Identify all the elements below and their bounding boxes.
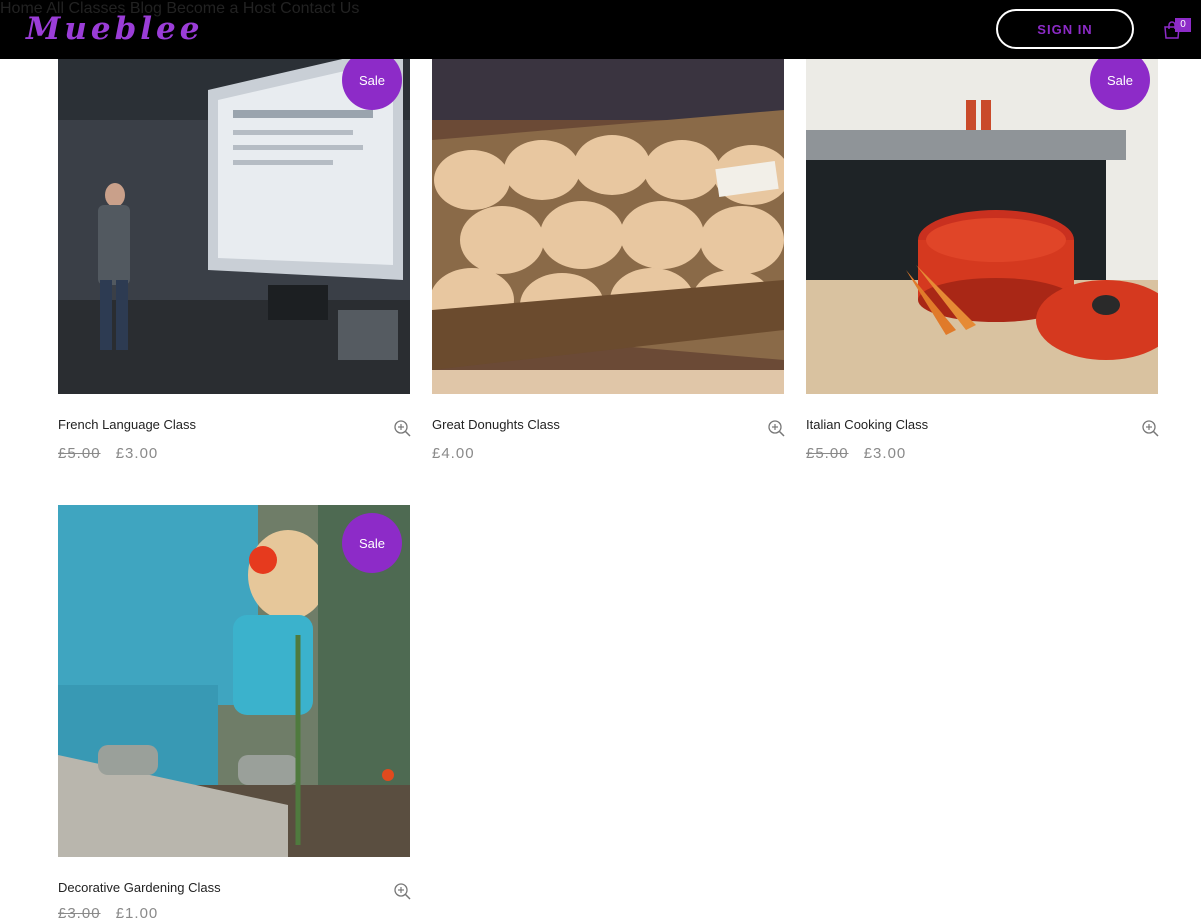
product-title[interactable]: French Language Class bbox=[58, 417, 196, 432]
product-title[interactable]: Great Donughts Class bbox=[432, 417, 560, 432]
original-price: £5.00 bbox=[58, 445, 101, 462]
regular-price: £4.00 bbox=[432, 445, 475, 462]
original-price: £3.00 bbox=[58, 905, 101, 919]
product-card: Sale Decorative Gardening Class £3.00 £1… bbox=[58, 505, 411, 919]
sign-in-button[interactable]: SIGN IN bbox=[996, 9, 1134, 49]
cart-count-badge: 0 bbox=[1175, 18, 1191, 32]
product-price: £4.00 bbox=[432, 445, 475, 462]
site-header: Mueblee Home All Classes Blog Become a H… bbox=[0, 0, 1201, 59]
product-price: £5.00 £3.00 bbox=[58, 445, 158, 462]
zoom-in-icon[interactable] bbox=[1141, 419, 1159, 437]
zoom-in-icon[interactable] bbox=[393, 882, 411, 900]
donuts-photo bbox=[432, 0, 784, 394]
sale-price: £1.00 bbox=[115, 905, 159, 919]
site-logo[interactable]: Mueblee bbox=[26, 10, 203, 48]
product-price: £5.00 £3.00 bbox=[806, 445, 906, 462]
nav-contact-us[interactable]: Contact Us bbox=[280, 0, 359, 17]
product-card: Sale Italian Cooking Class £5.00 £3.00 bbox=[806, 0, 1159, 470]
product-title[interactable]: Decorative Gardening Class bbox=[58, 880, 221, 895]
sale-badge: Sale bbox=[1090, 50, 1150, 110]
cart-button[interactable]: 0 bbox=[1163, 17, 1193, 45]
sale-badge: Sale bbox=[342, 50, 402, 110]
product-card: Great Donughts Class £4.00 bbox=[432, 0, 785, 470]
sale-price: £3.00 bbox=[863, 445, 907, 462]
sale-price: £3.00 bbox=[115, 445, 159, 462]
product-card: Sale French Language Class £5.00 £3.00 bbox=[58, 0, 411, 470]
product-image[interactable] bbox=[432, 0, 784, 394]
product-title[interactable]: Italian Cooking Class bbox=[806, 417, 928, 432]
sale-badge: Sale bbox=[342, 513, 402, 573]
product-price: £3.00 £1.00 bbox=[58, 905, 158, 919]
original-price: £5.00 bbox=[806, 445, 849, 462]
zoom-in-icon[interactable] bbox=[393, 419, 411, 437]
zoom-in-icon[interactable] bbox=[767, 419, 785, 437]
